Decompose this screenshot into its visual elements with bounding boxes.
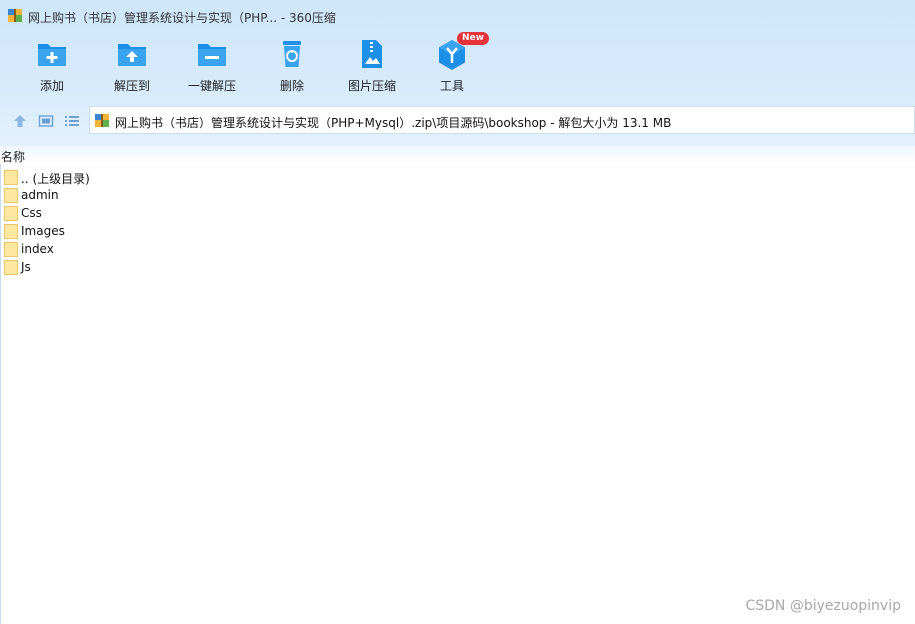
delete-button[interactable]: 删除 <box>252 36 332 98</box>
window-title: 网上购书（书店）管理系统设计与实现（PHP... - 360压缩 <box>28 11 336 25</box>
folder-icon <box>4 170 18 185</box>
list-item-label: Js <box>21 260 31 274</box>
image-compress-label: 图片压缩 <box>347 79 396 93</box>
list-item-label: .. (上级目录) <box>21 172 90 186</box>
folder-icon <box>4 206 18 221</box>
column-header-name[interactable]: 名称 <box>1 148 25 165</box>
folder-icon <box>4 242 18 257</box>
delete-label: 删除 <box>279 79 304 93</box>
list-header: 名称 <box>0 146 915 164</box>
tools-button[interactable]: New 工具 <box>412 32 492 98</box>
up-arrow-icon[interactable] <box>12 113 28 129</box>
list-view-icon[interactable] <box>64 113 80 129</box>
archive-file-icon <box>95 114 109 127</box>
title-bar: 网上购书（书店）管理系统设计与实现（PHP... - 360压缩 <box>0 0 915 32</box>
list-item-js[interactable]: Js <box>0 259 400 277</box>
folder-icon <box>4 224 18 239</box>
add-folder-icon <box>38 44 66 66</box>
navigation-bar: 网上购书（书店）管理系统设计与实现（PHP+Mysql）.zip\项目源码\bo… <box>0 106 915 136</box>
window-chrome: 网上购书（书店）管理系统设计与实现（PHP... - 360压缩 添加 解压到 <box>0 0 915 146</box>
archive-app-icon <box>8 9 22 22</box>
tools-label: 工具 <box>439 79 464 93</box>
new-badge: New <box>457 32 489 45</box>
one-click-extract-label: 一键解压 <box>187 79 236 93</box>
extract-to-button[interactable]: 解压到 <box>92 36 172 98</box>
file-list: .. (上级目录) admin Css Images index Js <box>0 169 400 277</box>
list-item-index[interactable]: index <box>0 241 400 259</box>
list-item-label: index <box>21 242 54 256</box>
extract-to-icon <box>118 44 146 66</box>
add-label: 添加 <box>39 79 64 93</box>
path-text: 网上购书（书店）管理系统设计与实现（PHP+Mysql）.zip\项目源码\bo… <box>115 116 672 130</box>
image-compress-button[interactable]: 图片压缩 <box>332 36 412 98</box>
folder-icon <box>4 260 18 275</box>
one-click-extract-button[interactable]: 一键解压 <box>172 36 252 98</box>
list-item-admin[interactable]: admin <box>0 187 400 205</box>
extract-to-label: 解压到 <box>113 79 150 93</box>
path-bar[interactable]: 网上购书（书店）管理系统设计与实现（PHP+Mysql）.zip\项目源码\bo… <box>89 106 915 134</box>
list-item-label: admin <box>21 188 59 202</box>
one-click-extract-icon <box>198 44 226 66</box>
list-item-label: Images <box>21 224 65 238</box>
list-item-parent-dir[interactable]: .. (上级目录) <box>0 169 400 187</box>
list-item-images[interactable]: Images <box>0 223 400 241</box>
image-compress-icon <box>362 40 382 68</box>
list-item-css[interactable]: Css <box>0 205 400 223</box>
trash-icon <box>283 41 301 67</box>
thumbnail-view-icon[interactable] <box>38 113 54 129</box>
watermark: CSDN @biyezuopinvip <box>745 598 901 614</box>
add-button[interactable]: 添加 <box>12 36 92 98</box>
folder-icon <box>4 188 18 203</box>
list-item-label: Css <box>21 206 42 220</box>
